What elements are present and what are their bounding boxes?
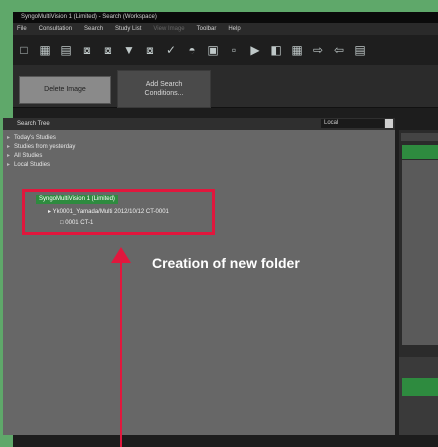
panel-title: Search Tree (17, 121, 50, 127)
menu-search[interactable]: Search (84, 23, 103, 35)
right-pane-header (401, 133, 438, 141)
delete-image-button[interactable]: Delete Image (19, 76, 111, 104)
search-folder-icon: ▸ (7, 162, 11, 168)
menu-bar: File Consultation Search Study List View… (13, 23, 438, 35)
menu-study-list[interactable]: Study List (115, 23, 141, 35)
series-icon[interactable]: ◓ (185, 43, 199, 57)
add-search-label-line2: Conditions... (144, 90, 184, 97)
filter-icon-3[interactable]: ⧇ (143, 43, 157, 57)
right-pane-lower (399, 357, 438, 435)
location-select[interactable]: Local (321, 119, 384, 128)
filter-check-icon[interactable]: ✓ (164, 43, 178, 57)
search-tree-panel: Search Tree Local ▸ Today's Studies ▸ Stud… (3, 118, 395, 435)
panel-header: Search Tree Local (3, 118, 395, 130)
right-pane-selected-row[interactable] (402, 145, 438, 159)
search-folder-icon: ▸ (7, 153, 11, 159)
tree-item-today[interactable]: ▸ Today's Studies (7, 134, 75, 143)
panel-menu-button[interactable] (385, 119, 393, 128)
image-icon[interactable]: ▣ (206, 43, 220, 57)
tree-item-local[interactable]: ▸ Local Studies (7, 161, 75, 170)
tree-item-all[interactable]: ▸ All Studies (7, 152, 75, 161)
annotation-label: Creation of new folder (152, 255, 300, 271)
menu-toolbar[interactable]: Toolbar (197, 23, 217, 35)
new-icon[interactable]: □ (17, 43, 31, 57)
annotation-highlight-box (22, 189, 215, 235)
menu-consultation[interactable]: Consultation (39, 23, 72, 35)
image-edit-icon[interactable]: ▫ (227, 43, 241, 57)
image-view-icon[interactable]: ▦ (290, 43, 304, 57)
tree-item-yesterday[interactable]: ▸ Studies from yesterday (7, 143, 75, 152)
add-search-conditions-button[interactable]: Add Search Conditions... (117, 70, 211, 108)
menu-view-image: View Image (153, 26, 185, 32)
import-icon[interactable]: ⇦ (332, 43, 346, 57)
menu-file[interactable]: File (17, 23, 27, 35)
action-bar: Delete Image Add Search Conditions... (13, 65, 438, 108)
right-pane-lower-selected-row[interactable] (402, 378, 438, 396)
window-title: SyngoMultiVision 1 (Limited) - Search (W… (13, 12, 438, 23)
toolbar: □ ▦ ▤ ⧇ ⧇ ▼ ⧇ ✓ ◓ ▣ ▫ ▶ ◧ ▦ ⇨ ⇦ ▤ (13, 35, 438, 65)
add-search-label-line1: Add Search (145, 81, 183, 88)
filter-icon-2[interactable]: ⧇ (101, 43, 115, 57)
save-icon[interactable]: ▤ (353, 43, 367, 57)
annotation-arrow-line (120, 262, 122, 447)
filter-tree-icon[interactable]: ▼ (122, 43, 136, 57)
search-folder-icon: ▸ (7, 135, 11, 141)
filter-icon[interactable]: ⧇ (80, 43, 94, 57)
annotation-arrow-head (111, 247, 131, 263)
search-folder-icon: ▸ (7, 144, 11, 150)
patient-icon[interactable]: ▦ (38, 43, 52, 57)
study-icon[interactable]: ▤ (59, 43, 73, 57)
menu-help[interactable]: Help (228, 23, 240, 35)
image-send-icon[interactable]: ▶ (248, 43, 262, 57)
search-tree: ▸ Today's Studies ▸ Studies from yesterday… (7, 134, 75, 170)
right-pane-list (402, 160, 438, 345)
export-icon[interactable]: ⇨ (311, 43, 325, 57)
folder-icon[interactable]: ◧ (269, 43, 283, 57)
